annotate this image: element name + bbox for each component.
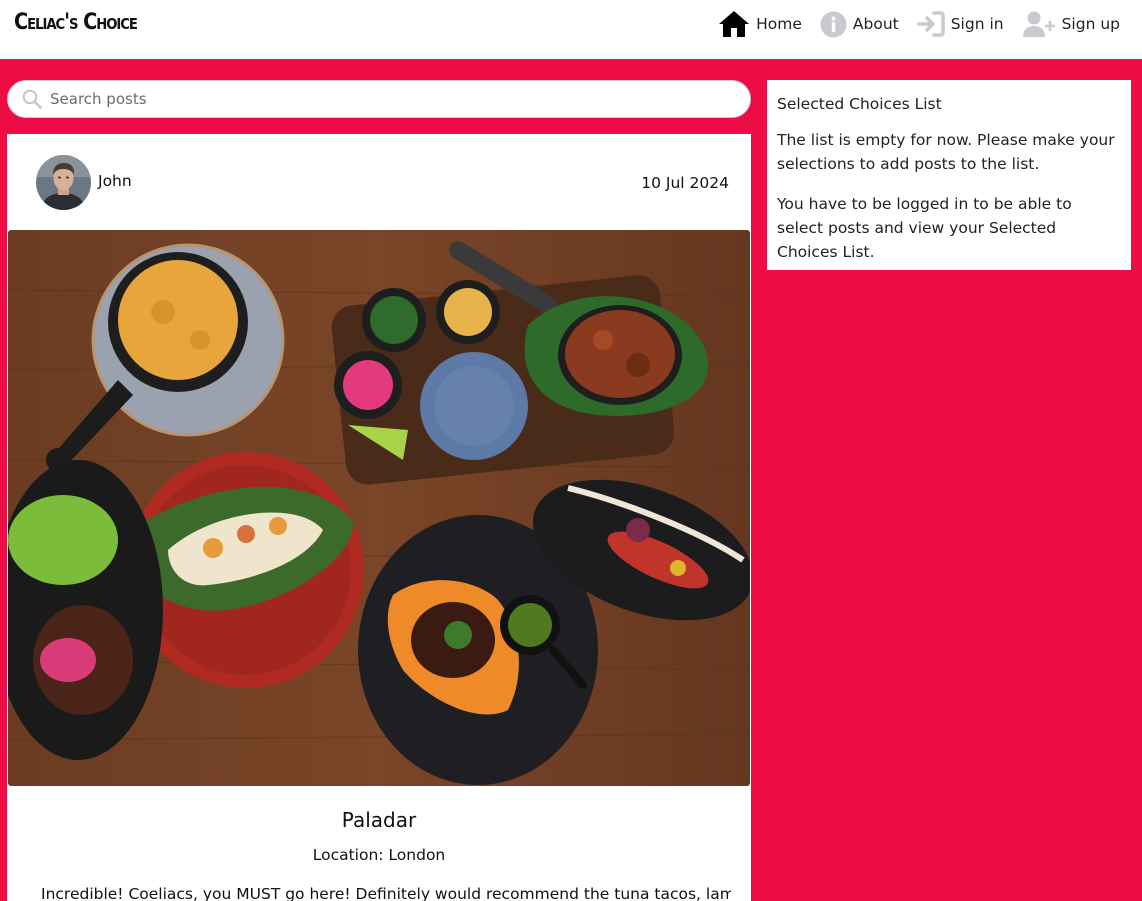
post-card[interactable]: John 10 Jul 2024 Paladar Location: Londo… bbox=[7, 134, 751, 901]
login-message: You have to be logged in to be able to s… bbox=[777, 195, 1072, 262]
selected-choices-panel: Selected Choices List The list is empty … bbox=[767, 80, 1131, 270]
search-bar bbox=[7, 80, 751, 118]
brand-logo[interactable]: Celiac's Choice bbox=[14, 10, 138, 35]
sign-in-icon bbox=[916, 11, 945, 37]
info-icon bbox=[820, 11, 847, 37]
nav-sign-up[interactable]: Sign up bbox=[1022, 10, 1120, 38]
post-location: Location: London bbox=[312, 846, 446, 864]
nav-sign-up-label: Sign up bbox=[1061, 15, 1120, 33]
post-title[interactable]: Paladar bbox=[7, 808, 751, 832]
post-image[interactable] bbox=[8, 230, 750, 786]
nav-home-label: Home bbox=[756, 15, 802, 33]
post-date: 10 Jul 2024 bbox=[641, 174, 729, 192]
nav-links: Home About Sign in Sign up bbox=[700, 9, 1120, 39]
nav-about[interactable]: About bbox=[820, 11, 899, 38]
empty-list-message: The list is empty for now. Please make y… bbox=[777, 131, 1115, 174]
navbar: Celiac's Choice Home About Sign in Sign … bbox=[0, 0, 1142, 59]
nav-about-label: About bbox=[852, 15, 899, 33]
post-content: Incredible! Coeliacs, you MUST go here! … bbox=[41, 885, 731, 901]
nav-sign-in-label: Sign in bbox=[950, 15, 1004, 33]
nav-home[interactable]: Home bbox=[718, 10, 802, 38]
search-input[interactable] bbox=[50, 90, 730, 108]
nav-sign-in[interactable]: Sign in bbox=[916, 11, 1004, 37]
search-icon bbox=[22, 89, 42, 109]
user-plus-icon bbox=[1022, 11, 1055, 37]
home-icon bbox=[719, 11, 750, 37]
avatar[interactable] bbox=[36, 155, 91, 210]
post-author[interactable]: John bbox=[98, 172, 132, 190]
selected-choices-title: Selected Choices List bbox=[777, 95, 942, 113]
